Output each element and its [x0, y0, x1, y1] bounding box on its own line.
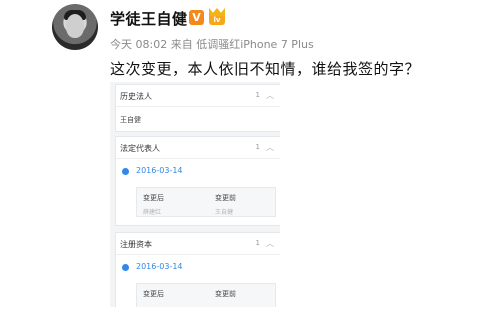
chevron-up-icon[interactable]: ︿ — [266, 90, 274, 101]
crown-icon — [209, 8, 225, 16]
section-title: 注册资本 — [120, 240, 152, 249]
section-header[interactable]: 历史法人 1 ︿ — [116, 85, 280, 107]
chevron-up-icon[interactable]: ︿ — [266, 238, 274, 249]
section-value: 王自健 — [120, 116, 141, 124]
crown-level-icon: lv — [207, 8, 227, 26]
username[interactable]: 学徒王自健 — [110, 8, 188, 29]
change-date: 2016-03-14 — [136, 262, 183, 271]
avatar[interactable] — [52, 4, 98, 50]
section-title: 历史法人 — [120, 92, 152, 101]
after-value: 薛建红 — [143, 209, 162, 216]
section-header[interactable]: 注册资本 1 ︿ — [116, 233, 280, 255]
post-text: 这次变更，本人依旧不知情，谁给我签的字？ — [110, 60, 421, 78]
section-legal-representative: 法定代表人 1 ︿ 2016-03-14 变更后 变更前 薛建红 王自健 — [115, 136, 280, 226]
before-value: 王自健 — [215, 209, 234, 216]
chevron-up-icon[interactable]: ︿ — [266, 142, 274, 153]
section-title: 法定代表人 — [120, 144, 160, 153]
timeline-dot-icon — [122, 264, 129, 271]
section-count: 1 — [255, 239, 260, 247]
after-label: 变更后 — [143, 194, 164, 202]
after-label: 变更后 — [143, 290, 164, 298]
avatar-face — [66, 14, 84, 38]
section-registered-capital: 注册资本 1 ︿ 2016-03-14 变更后 变更前 — [115, 232, 280, 307]
section-count: 1 — [255, 143, 260, 151]
section-count: 1 — [255, 91, 260, 99]
before-label: 变更前 — [215, 290, 236, 298]
change-box: 变更后 变更前 薛建红 王自健 — [136, 187, 276, 217]
timeline-dot-icon — [122, 168, 129, 175]
section-header[interactable]: 法定代表人 1 ︿ — [116, 137, 280, 159]
level-label: lv — [209, 16, 225, 25]
before-label: 变更前 — [215, 194, 236, 202]
embedded-screenshot[interactable]: 历史法人 1 ︿ 王自健 法定代表人 1 ︿ 2016-03-14 变更后 变更… — [110, 82, 280, 307]
post-meta: 今天 08:02 来自 低调骚红iPhone 7 Plus — [110, 38, 314, 51]
change-date: 2016-03-14 — [136, 166, 183, 175]
section-history-legal-person: 历史法人 1 ︿ 王自健 — [115, 84, 280, 132]
change-box: 变更后 变更前 — [136, 283, 276, 307]
vip-icon: V — [189, 10, 204, 25]
